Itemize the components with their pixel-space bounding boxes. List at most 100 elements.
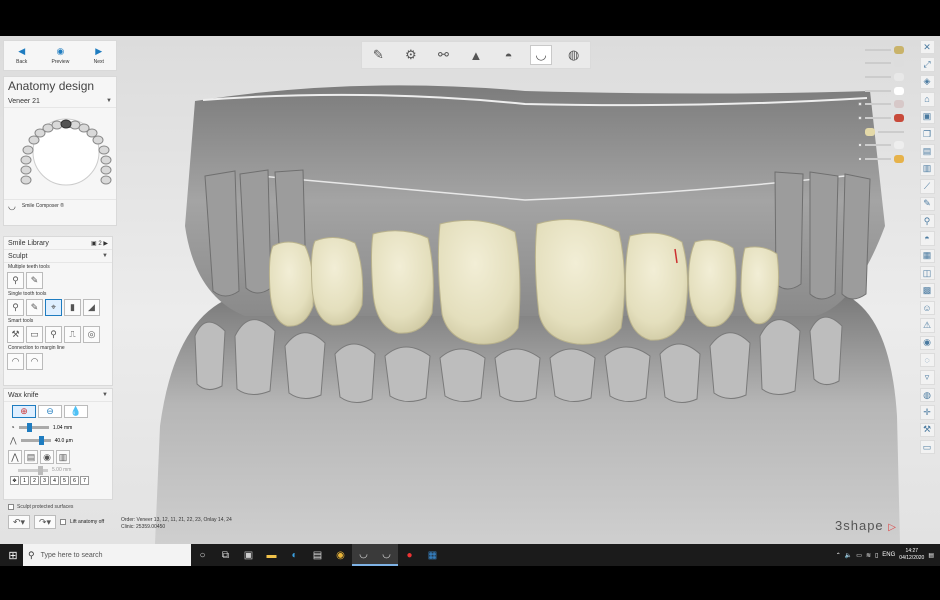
insertion-icon[interactable]: ⚙ xyxy=(400,45,422,65)
tooth-selector[interactable]: Veneer 21 ▼ xyxy=(4,95,116,108)
next-button[interactable]: ▶ Next xyxy=(94,46,104,65)
edge-icon[interactable]: ◐ xyxy=(283,544,306,566)
smart-tool-2[interactable]: ▭ xyxy=(26,326,43,343)
back-button[interactable]: ◀ Back xyxy=(16,46,27,65)
measure-icon[interactable]: ⟋ xyxy=(919,179,935,194)
preset-3[interactable]: 3 xyxy=(40,476,49,485)
preview-button[interactable]: ◉ Preview xyxy=(52,46,70,65)
visibility-row-2[interactable] xyxy=(856,58,904,69)
knife-shape-2[interactable]: ▤ xyxy=(24,450,38,464)
copy-icon[interactable]: ❐ xyxy=(919,126,935,142)
3d-model-viewport[interactable] xyxy=(155,36,900,544)
task-view-icon[interactable]: ⧉ xyxy=(214,544,237,566)
visibility-row-4[interactable] xyxy=(856,85,904,96)
wifi-icon[interactable]: ≋ xyxy=(866,552,871,559)
section-icon[interactable]: ◓ xyxy=(919,231,935,246)
scan-icon[interactable]: ◌ xyxy=(919,353,935,368)
visibility-row-1[interactable] xyxy=(856,44,904,55)
preset-6[interactable]: 6 xyxy=(70,476,79,485)
smart-tool-3[interactable]: ⚲ xyxy=(45,326,62,343)
file-explorer-icon[interactable]: ▬ xyxy=(260,544,283,566)
single-wax-tool[interactable]: ⌖ xyxy=(45,299,62,316)
grid-icon[interactable]: ▩ xyxy=(919,283,935,298)
redo-button[interactable]: ↷▾ xyxy=(34,515,56,529)
sculpt-header[interactable]: Sculpt ▼ xyxy=(4,250,112,263)
single-move-tool[interactable]: ⚲ xyxy=(7,299,24,316)
anatomy-icon[interactable]: ◡ xyxy=(530,45,553,65)
chrome-icon[interactable]: ◉ xyxy=(329,544,352,566)
save-icon[interactable]: ▥ xyxy=(919,161,935,177)
fullscreen-icon[interactable]: ⤢ xyxy=(919,57,935,72)
store-icon[interactable]: ▣ xyxy=(237,544,260,566)
smart-tool-1[interactable]: ⚒ xyxy=(7,326,24,343)
single-scale-tool[interactable]: ▮ xyxy=(64,299,81,316)
dental-arch-widget[interactable] xyxy=(4,108,116,194)
clipboard-icon[interactable]: ▤ xyxy=(919,144,935,159)
cement-gap-icon[interactable]: ▲ xyxy=(465,45,487,65)
notification-icon[interactable]: ▤ xyxy=(928,552,934,559)
visibility-row-3[interactable] xyxy=(856,71,904,82)
layers-icon[interactable]: ▣ xyxy=(919,109,935,124)
visibility-row-9[interactable] xyxy=(856,154,904,165)
windows-start-icon[interactable]: ⊞ xyxy=(4,544,22,566)
axis-icon[interactable]: ✛ xyxy=(919,405,935,420)
visibility-row-6[interactable] xyxy=(856,112,904,123)
knife-shape-3[interactable]: ◉ xyxy=(40,450,54,464)
connector-icon[interactable]: ⚯ xyxy=(432,45,454,65)
visibility-row-8[interactable] xyxy=(856,140,904,151)
record-icon[interactable]: ● xyxy=(398,544,421,566)
tooth-icon[interactable]: ▿ xyxy=(919,370,935,385)
die-icon[interactable]: ◓ xyxy=(498,45,520,65)
brush-icon[interactable]: ✎ xyxy=(919,196,935,211)
close-icon[interactable]: ✕ xyxy=(919,40,935,55)
preset-5[interactable]: 5 xyxy=(60,476,69,485)
camera-icon[interactable]: ◉ xyxy=(919,335,935,351)
margin-tool-1[interactable]: ◠ xyxy=(7,353,24,370)
multi-scale-tool[interactable]: ✎ xyxy=(26,272,43,289)
margin-tool-2[interactable]: ◠ xyxy=(26,353,43,370)
network-icon[interactable]: ▭ xyxy=(856,552,862,559)
clock[interactable]: 14:27 04/12/2020 xyxy=(899,548,924,562)
strength-slider[interactable] xyxy=(20,436,51,445)
margin-line-icon[interactable]: ✎ xyxy=(367,45,389,65)
preset-2[interactable]: 2 xyxy=(30,476,39,485)
warning-icon[interactable]: ⚠ xyxy=(919,318,935,333)
undo-button[interactable]: ↶▾ xyxy=(8,515,30,529)
finish-icon[interactable]: ◍ xyxy=(563,45,585,65)
add-material-button[interactable]: ⊕ xyxy=(12,405,36,418)
remove-material-button[interactable]: ⊖ xyxy=(38,405,62,418)
preset-4[interactable]: 4 xyxy=(50,476,59,485)
monitor-icon[interactable]: ▭ xyxy=(919,439,935,455)
preset-7[interactable]: 7 xyxy=(80,476,89,485)
depth-slider[interactable] xyxy=(18,465,48,475)
visibility-row-7[interactable] xyxy=(856,126,904,137)
preset-1[interactable]: 1 xyxy=(20,476,29,485)
view-icon[interactable]: ◈ xyxy=(919,74,935,90)
hat-icon[interactable]: ⌂ xyxy=(919,92,935,107)
ruler-icon[interactable]: ▦ xyxy=(919,248,935,264)
cube-icon[interactable]: ◫ xyxy=(919,266,935,281)
language-indicator[interactable]: ENG xyxy=(882,552,895,558)
wrench-icon[interactable]: ⚒ xyxy=(919,422,935,437)
single-rotate-tool[interactable]: ✎ xyxy=(26,299,43,316)
lift-anatomy-checkbox[interactable] xyxy=(60,519,66,525)
volume-icon[interactable]: 🔈 xyxy=(845,552,852,559)
smile-library-header[interactable]: Smile Library ▣ 2 ▶ xyxy=(4,237,112,250)
size-slider[interactable] xyxy=(18,423,49,432)
photos-icon[interactable]: ▦ xyxy=(421,544,444,566)
app-icon[interactable]: ▤ xyxy=(306,544,329,566)
smooth-button[interactable]: 💧 xyxy=(64,405,88,418)
chevron-up-icon[interactable]: ⌃ xyxy=(836,552,841,559)
visibility-row-5[interactable] xyxy=(856,99,904,110)
multi-move-tool[interactable]: ⚲ xyxy=(7,272,24,289)
search-icon[interactable]: ⚲ xyxy=(919,213,935,229)
battery-icon[interactable]: ▯ xyxy=(875,552,878,559)
knife-shape-1[interactable]: ⋀ xyxy=(8,450,22,464)
palette-icon[interactable]: ◍ xyxy=(919,387,935,403)
single-morph-tool[interactable]: ◢ xyxy=(83,299,100,316)
face-icon[interactable]: ☺ xyxy=(919,300,935,316)
dental-system-icon[interactable]: ◡ xyxy=(352,544,375,566)
wax-knife-header[interactable]: Wax knife ▼ xyxy=(4,389,112,402)
dental-system-icon-2[interactable]: ◡ xyxy=(375,544,398,566)
smile-composer-button[interactable]: ◡ Smile Composer ® xyxy=(4,199,116,212)
